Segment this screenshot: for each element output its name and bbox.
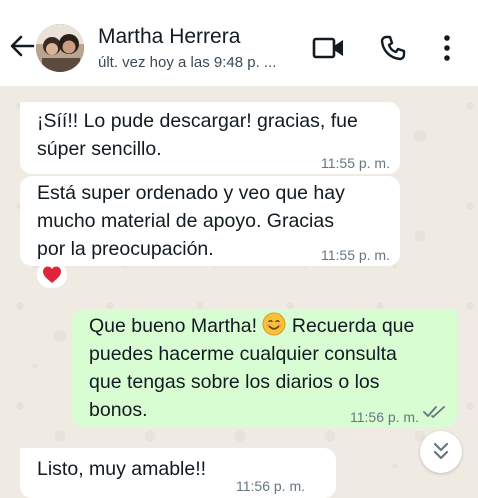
chat-header: Martha Herrera últ. vez hoy a las 9:48 p… (0, 0, 478, 86)
smiling-face-emoji-icon (262, 312, 286, 336)
message-list[interactable]: ¡Síí!! Lo pude descargar! gracias, fue s… (0, 86, 478, 498)
message-time: 11:56 p. m. (349, 409, 419, 425)
scroll-to-bottom-button[interactable] (420, 431, 462, 473)
contact-name[interactable]: Martha Herrera (98, 25, 240, 49)
red-heart-icon (43, 266, 61, 283)
message-bubble-incoming[interactable]: Está super ordenado y veo que hay mucho … (20, 176, 400, 266)
last-seen-status: últ. vez hoy a las 9:48 p. ... (98, 54, 277, 71)
message-time: 11:55 p. m. (320, 247, 390, 263)
message-time: 11:56 p. m. (236, 478, 306, 494)
message-bubble-incoming[interactable]: Listo, muy amable!! 11:56 p. m. (20, 448, 336, 498)
phone-icon[interactable] (380, 35, 406, 61)
avatar[interactable] (36, 24, 84, 72)
message-bubble-outgoing[interactable]: Que bueno Martha! Recuerda que puedes ha… (72, 309, 457, 427)
double-chevron-down-icon (433, 442, 449, 460)
message-bubble-incoming[interactable]: ¡Síí!! Lo pude descargar! gracias, fue s… (20, 102, 400, 174)
message-time: 11:55 p. m. (320, 155, 390, 171)
more-vertical-icon[interactable] (440, 33, 454, 63)
arrow-back-icon[interactable] (8, 32, 36, 60)
video-call-icon[interactable] (312, 36, 346, 60)
message-text: Está super ordenado y veo que hay mucho … (37, 182, 345, 260)
message-text: ¡Síí!! Lo pude descargar! gracias, fue s… (37, 110, 358, 160)
message-text: Listo, muy amable!! (37, 458, 207, 480)
double-check-icon (423, 406, 445, 418)
message-reaction[interactable] (37, 262, 67, 288)
